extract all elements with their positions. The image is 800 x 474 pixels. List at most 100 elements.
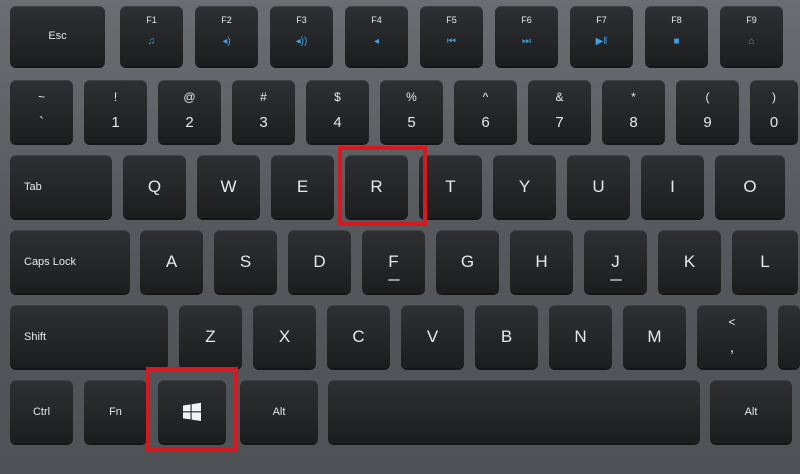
key-shift: Shift <box>10 305 168 368</box>
key-m-label: M <box>647 326 662 346</box>
key-9: ( 9 <box>676 80 739 143</box>
home-row-bump <box>387 279 400 281</box>
key-esc: Esc <box>10 6 105 66</box>
key-b-label: B <box>500 326 513 346</box>
key-0-top: ) <box>772 90 776 104</box>
key-e-label: E <box>296 176 309 196</box>
mute-icon: ◂ <box>373 36 380 47</box>
key-w-label: W <box>220 176 237 196</box>
key-f3-label: F3 <box>296 15 307 25</box>
key-8-top: * <box>631 90 636 104</box>
home-icon: ⌂ <box>748 36 755 47</box>
key-f9-label: F9 <box>746 15 757 25</box>
key-ctrl: Ctrl <box>10 380 73 443</box>
key-5-top: % <box>406 90 417 104</box>
key-j-label: J <box>611 251 620 271</box>
key-f5: F5 ⏮ <box>420 6 483 66</box>
key-g-label: G <box>460 251 475 271</box>
key-z-label: Z <box>205 326 216 346</box>
key-shift-label: Shift <box>24 330 47 343</box>
key-h-label: H <box>535 251 548 271</box>
key-caps-lock-label: Caps Lock <box>24 255 76 268</box>
key-alt-left: Alt <box>240 380 318 443</box>
key-r-label: R <box>370 176 383 196</box>
key-d: D <box>288 230 351 293</box>
key-f2: F2 ◂) <box>195 6 258 66</box>
key-f2-label: F2 <box>221 15 232 25</box>
key-u-label: U <box>592 176 605 196</box>
key-s: S <box>214 230 277 293</box>
key-h: H <box>510 230 573 293</box>
key-f1-label: F1 <box>146 15 157 25</box>
key-g: G <box>436 230 499 293</box>
key-f5-label: F5 <box>446 15 457 25</box>
key-9-bottom: 9 <box>703 114 712 131</box>
windows-logo-icon <box>183 402 201 421</box>
key-r: R <box>345 155 408 218</box>
key-f6-label: F6 <box>521 15 532 25</box>
music-icon: ♫ <box>147 36 156 47</box>
key-4-bottom: 4 <box>333 114 342 131</box>
key-k-label: K <box>683 251 696 271</box>
next-track-icon: ⏭ <box>522 36 531 47</box>
key-q-label: Q <box>147 176 162 196</box>
key-a-label: A <box>165 251 178 271</box>
key-tilde-top: ~ <box>37 90 45 104</box>
key-8: * 8 <box>602 80 665 143</box>
key-0-bottom: 0 <box>769 114 779 131</box>
key-w: W <box>197 155 260 218</box>
key-7-top: & <box>555 90 564 104</box>
key-1: ! 1 <box>84 80 147 143</box>
key-a: A <box>140 230 203 293</box>
key-l: L <box>732 230 798 293</box>
key-comma-top: < <box>728 315 736 329</box>
key-t: T <box>419 155 482 218</box>
key-5: % 5 <box>380 80 443 143</box>
play-pause-icon: ▶‖ <box>595 36 608 47</box>
key-f8-label: F8 <box>671 15 682 25</box>
key-f: F <box>362 230 425 293</box>
volume-up-icon: ◂)) <box>295 36 308 47</box>
volume-down-icon: ◂) <box>222 36 231 47</box>
key-ctrl-label: Ctrl <box>32 405 51 418</box>
key-n-label: N <box>574 326 587 346</box>
key-o: O <box>715 155 785 218</box>
key-space <box>328 380 700 443</box>
key-f7: F7 ▶‖ <box>570 6 633 66</box>
key-b: B <box>475 305 538 368</box>
key-f9: F9 ⌂ <box>720 6 783 66</box>
key-2-top: @ <box>183 90 196 104</box>
key-m: M <box>623 305 686 368</box>
key-l-label: L <box>760 251 770 271</box>
key-0: ) 0 <box>750 80 798 143</box>
key-f4: F4 ◂ <box>345 6 408 66</box>
key-c: C <box>327 305 390 368</box>
key-windows <box>158 380 226 443</box>
key-j: J <box>584 230 647 293</box>
key-5-bottom: 5 <box>407 114 416 131</box>
key-3-top: # <box>260 90 267 104</box>
key-v-label: V <box>426 326 439 346</box>
key-1-bottom: 1 <box>111 114 120 131</box>
keyboard-photo: Esc F1 ♫ F2 ◂) F3 ◂)) F4 ◂ F5 ⏮ F6 ⏭ F7 … <box>0 0 800 474</box>
key-c-label: C <box>352 326 365 346</box>
key-f8: F8 ■ <box>645 6 708 66</box>
key-n: N <box>549 305 612 368</box>
key-q: Q <box>123 155 186 218</box>
key-esc-label: Esc <box>48 30 67 42</box>
key-alt-right-label: Alt <box>744 405 758 418</box>
key-fn: Fn <box>84 380 147 443</box>
key-2-bottom: 2 <box>185 114 194 131</box>
key-f4-label: F4 <box>371 15 382 25</box>
key-x: X <box>253 305 316 368</box>
key-tilde: ~ ` <box>10 80 73 143</box>
key-2: @ 2 <box>158 80 221 143</box>
previous-track-icon: ⏮ <box>447 36 456 47</box>
key-y-label: Y <box>518 176 531 196</box>
key-period-partial <box>778 305 800 368</box>
key-v: V <box>401 305 464 368</box>
key-t-label: T <box>445 176 456 196</box>
key-fn-label: Fn <box>109 405 122 418</box>
key-z: Z <box>179 305 242 368</box>
key-e: E <box>271 155 334 218</box>
